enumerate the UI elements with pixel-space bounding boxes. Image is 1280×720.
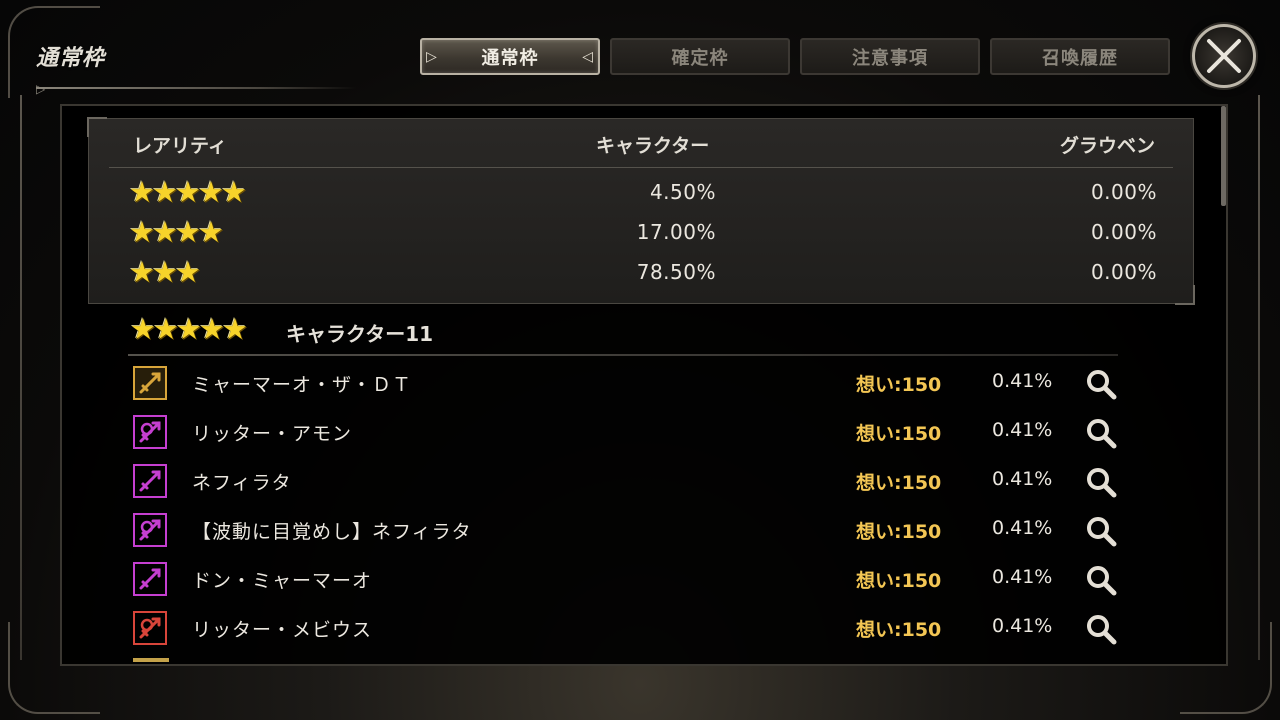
character-points: 想い:150 — [856, 570, 942, 592]
section-5-stars-icon: ★ ★ ★ ★ ★ — [130, 312, 248, 346]
header-rarity: レアリティ — [133, 135, 227, 157]
character-row[interactable]: リッター・メビウス 想い:150 0.41% — [128, 606, 1118, 652]
next-row-peek — [133, 658, 169, 662]
table-header-divider — [109, 167, 1173, 168]
character-row[interactable]: ネフィラタ 想い:150 0.41% — [128, 459, 1118, 505]
character-name: ネフィラタ — [192, 472, 292, 494]
character-points: 想い:150 — [856, 472, 942, 494]
character-rate: 78.50% — [636, 260, 716, 284]
sword-emblem-icon — [133, 366, 167, 400]
character-row[interactable]: リッター・アモン 想い:150 0.41% — [128, 410, 1118, 456]
frame-side-right — [1258, 95, 1260, 660]
character-rate: 0.41% — [992, 419, 1053, 441]
frame-side-left — [20, 95, 22, 660]
magnifier-icon[interactable] — [1083, 513, 1119, 549]
tab-label: 召喚履歴 — [1042, 47, 1118, 69]
character-points: 想い:150 — [856, 423, 942, 445]
character-row[interactable]: ミャーマーオ・ザ・ＤＴ 想い:150 0.41% — [128, 361, 1118, 407]
tab-normal[interactable]: ▷ 通常枠 ◁ — [420, 38, 600, 75]
rate-row-4star: ★ ★ ★ ★ 17.00% 0.00% — [89, 215, 1193, 249]
rate-row-5star: ★ ★ ★ ★ ★ 4.50% 0.00% — [89, 175, 1193, 209]
character-row[interactable]: 【波動に目覚めし】ネフィラタ 想い:150 0.41% — [128, 508, 1118, 554]
character-name: リッター・アモン — [192, 423, 353, 445]
tab-guaranteed[interactable]: 確定枠 — [610, 38, 790, 75]
sword-emblem-icon — [133, 464, 167, 498]
magnifier-icon[interactable] — [1083, 366, 1119, 402]
grauben-rate: 0.00% — [1090, 180, 1157, 204]
scrollbar-thumb[interactable] — [1221, 106, 1226, 206]
sword-emblem-icon — [133, 562, 167, 596]
tab-label: 通常枠 — [481, 47, 539, 69]
header-grauben: グラウベン — [1059, 135, 1155, 157]
character-name: ミャーマーオ・ザ・ＤＴ — [192, 374, 413, 396]
character-rate: 0.41% — [992, 468, 1053, 490]
character-rate: 0.41% — [992, 566, 1053, 588]
magnifier-icon[interactable] — [1083, 415, 1119, 451]
magnifier-icon[interactable] — [1083, 562, 1119, 598]
rarity-3-stars-icon: ★ ★ ★ — [129, 255, 201, 289]
character-rate: 4.50% — [649, 180, 716, 204]
tab-notes[interactable]: 注意事項 — [800, 38, 980, 75]
character-points: 想い:150 — [856, 521, 942, 543]
grauben-rate: 0.00% — [1090, 220, 1157, 244]
section-divider — [128, 354, 1118, 356]
page-title: 通常枠 — [36, 46, 106, 71]
close-button[interactable] — [1192, 24, 1256, 88]
close-x-icon — [1207, 39, 1241, 73]
rarity-4-stars-icon: ★ ★ ★ ★ — [129, 215, 224, 249]
character-name: リッター・メビウス — [192, 619, 373, 641]
crossed-weapon-icon — [133, 513, 167, 547]
character-row[interactable]: ドン・ミャーマーオ 想い:150 0.41% — [128, 557, 1118, 603]
title-arrow-icon: ▷ — [36, 82, 46, 96]
section-label: キャラクター11 — [286, 322, 434, 346]
character-rate: 17.00% — [636, 220, 716, 244]
tab-right-arrow-icon: ◁ — [582, 48, 594, 65]
tab-label: 確定枠 — [671, 47, 729, 69]
magnifier-icon[interactable] — [1083, 464, 1119, 500]
character-rate: 0.41% — [992, 370, 1053, 392]
rarity-5-stars-icon: ★ ★ ★ ★ ★ — [129, 175, 247, 209]
tab-left-arrow-icon: ▷ — [426, 48, 438, 65]
character-rate: 0.41% — [992, 517, 1053, 539]
header-character: キャラクター — [596, 135, 710, 157]
grauben-rate: 0.00% — [1090, 260, 1157, 284]
crossed-weapon-icon — [133, 611, 167, 645]
character-points: 想い:150 — [856, 374, 942, 396]
rate-row-3star: ★ ★ ★ 78.50% 0.00% — [89, 255, 1193, 289]
tab-summon-history[interactable]: 召喚履歴 — [990, 38, 1170, 75]
character-name: 【波動に目覚めし】ネフィラタ — [192, 521, 472, 543]
character-points: 想い:150 — [856, 619, 942, 641]
tab-label: 注意事項 — [852, 47, 928, 69]
crossed-weapon-icon — [133, 415, 167, 449]
rarity-rate-table: レアリティ キャラクター グラウベン ★ ★ ★ ★ ★ 4.50% 0.00% ★ ★ ★… — [87, 117, 1195, 305]
character-rate: 0.41% — [992, 615, 1053, 637]
magnifier-icon[interactable] — [1083, 611, 1119, 647]
character-name: ドン・ミャーマーオ — [192, 570, 373, 592]
title-divider — [36, 87, 356, 89]
